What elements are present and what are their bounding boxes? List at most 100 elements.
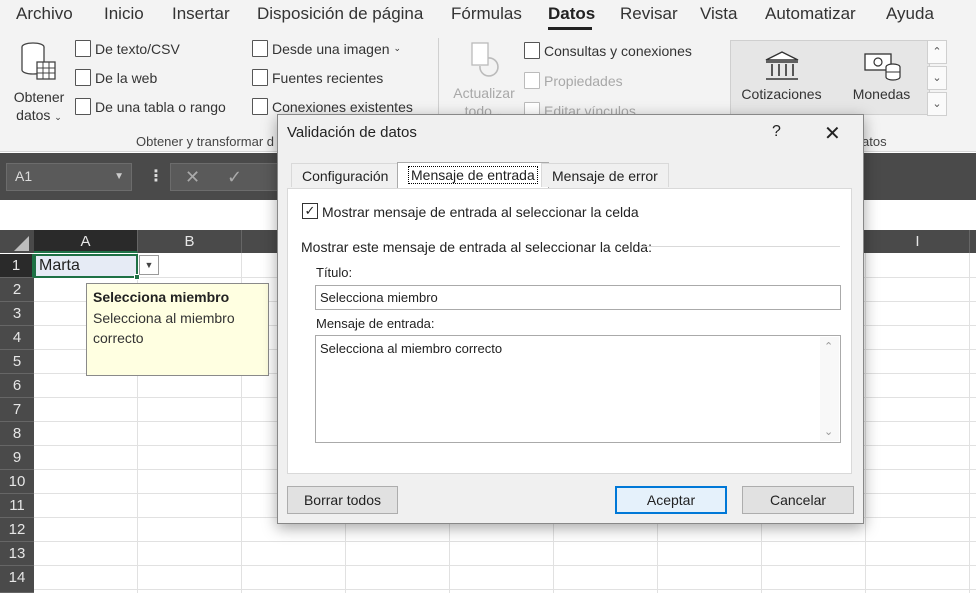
message-scrollbar[interactable]: ⌃ ⌄ — [820, 337, 839, 441]
close-icon: ✕ — [824, 123, 841, 145]
database-icon — [21, 42, 56, 80]
dialog-title: Validación de datos — [287, 124, 417, 141]
title-field-label: Título: — [316, 265, 353, 280]
cancel-entry-icon[interactable]: ✕ — [185, 167, 200, 188]
from-image-button[interactable]: Desde una imagen ⌄ — [252, 40, 401, 57]
tab-datos[interactable]: Datos — [548, 4, 595, 24]
show-input-message-checkbox[interactable]: ✓ — [302, 203, 318, 219]
cell-dropdown-button[interactable]: ▼ — [139, 255, 159, 275]
bank-icon — [765, 51, 798, 80]
column-header-a[interactable]: A — [34, 230, 138, 253]
row-header-14[interactable]: 14 — [0, 566, 34, 593]
row-header-3[interactable]: 3 — [0, 302, 34, 326]
queries-connections-button[interactable]: Consultas y conexiones — [524, 42, 692, 59]
tooltip-body: Selecciona al miembro correcto — [93, 310, 235, 346]
ribbon-tab-bar: Archivo Inicio Insertar Disposición de p… — [0, 0, 976, 30]
cell-a1[interactable]: Marta — [34, 254, 140, 280]
row-header-8[interactable]: 8 — [0, 422, 34, 446]
row-header-13[interactable]: 13 — [0, 542, 34, 566]
group-label-get-transform: Obtener y transformar d — [136, 134, 274, 149]
properties-icon — [524, 72, 540, 89]
column-header-i[interactable]: I — [866, 230, 970, 253]
dropdown-arrow-icon: ▼ — [114, 171, 124, 182]
connections-icon — [252, 98, 268, 115]
row-header-11[interactable]: 11 — [0, 494, 34, 518]
recent-sources-button[interactable]: Fuentes recientes — [252, 69, 383, 86]
row-header-4[interactable]: 4 — [0, 326, 34, 350]
section-divider — [640, 246, 840, 247]
tab-mensaje-entrada[interactable]: Mensaje de entrada — [397, 162, 549, 188]
table-icon — [75, 98, 91, 115]
row-header-5[interactable]: 5 — [0, 350, 34, 374]
help-button[interactable]: ? — [772, 123, 781, 141]
gridline — [969, 253, 970, 593]
tab-formulas[interactable]: Fórmulas — [451, 4, 522, 24]
row-header-10[interactable]: 10 — [0, 470, 34, 494]
scroll-down-icon[interactable]: ⌄ — [824, 425, 833, 438]
gridline — [865, 253, 866, 593]
tab-vista[interactable]: Vista — [700, 4, 738, 24]
data-types-gallery: Cotizaciones Monedas — [730, 40, 930, 115]
gallery-scroll-down[interactable]: ⌄ — [927, 66, 947, 90]
clear-all-button[interactable]: Borrar todos — [287, 486, 398, 514]
existing-connections-button[interactable]: Conexiones existentes — [252, 98, 413, 115]
tab-disposicion[interactable]: Disposición de página — [257, 4, 423, 24]
tab-revisar[interactable]: Revisar — [620, 4, 678, 24]
section-label: Mostrar este mensaje de entrada al selec… — [301, 239, 652, 255]
gridline — [34, 565, 976, 566]
properties-button[interactable]: Propiedades — [524, 72, 623, 89]
currencies-label: Monedas — [852, 86, 911, 102]
tab-configuracion[interactable]: Configuración — [291, 163, 400, 187]
data-validation-dialog: Validación de datos ? ✕ Configuración Me… — [277, 114, 864, 524]
tab-mensaje-error[interactable]: Mensaje de error — [541, 163, 669, 187]
get-data-label-2: datos ⌄ — [16, 107, 62, 123]
tab-archivo[interactable]: Archivo — [16, 4, 73, 24]
title-input[interactable] — [315, 285, 841, 310]
row-header-7[interactable]: 7 — [0, 398, 34, 422]
confirm-entry-icon[interactable]: ✓ — [227, 167, 242, 188]
row-header-1[interactable]: 1 — [0, 254, 34, 278]
tab-ayuda[interactable]: Ayuda — [886, 4, 934, 24]
refresh-icon — [471, 42, 499, 77]
row-header-2[interactable]: 2 — [0, 278, 34, 302]
scroll-up-icon[interactable]: ⌃ — [824, 340, 833, 353]
stocks-label: Cotizaciones — [741, 86, 822, 102]
chevron-down-icon: ⌄ — [54, 112, 62, 122]
refresh-label-1: Actualizar — [453, 85, 515, 101]
show-input-message-label[interactable]: Mostrar mensaje de entrada al selecciona… — [322, 204, 639, 220]
queries-icon — [524, 42, 540, 59]
gallery-more[interactable]: ⌄ — [927, 92, 947, 116]
gallery-scroll-up[interactable]: ⌃ — [927, 40, 947, 64]
get-data-button[interactable]: Obtener datos ⌄ — [8, 40, 70, 126]
message-textarea[interactable]: Selecciona al miembro correcto ⌃ ⌄ — [315, 335, 841, 443]
chevron-down-icon: ⌄ — [393, 43, 402, 53]
tab-automatizar[interactable]: Automatizar — [765, 4, 856, 24]
formula-buttons: ✕ ✓ — [170, 163, 290, 191]
get-data-label-1: Obtener — [13, 89, 65, 105]
row-header-9[interactable]: 9 — [0, 446, 34, 470]
text-file-icon — [75, 40, 91, 57]
column-header-b[interactable]: B — [138, 230, 242, 253]
currency-icon — [863, 53, 901, 81]
currencies-button[interactable]: Monedas — [834, 49, 929, 102]
ok-button[interactable]: Aceptar — [615, 486, 727, 514]
row-header-12[interactable]: 12 — [0, 518, 34, 542]
tooltip-title: Selecciona miembro — [93, 289, 230, 305]
refresh-all-button[interactable]: Actualizar todo ⌄ — [448, 40, 520, 122]
input-message-tooltip: Selecciona miembro Selecciona al miembro… — [86, 283, 269, 376]
row-header-6[interactable]: 6 — [0, 374, 34, 398]
from-web-button[interactable]: De la web — [75, 69, 157, 86]
from-text-csv-button[interactable]: De texto/CSV — [75, 40, 180, 57]
more-options-icon[interactable]: ⋮ — [148, 166, 164, 186]
image-icon — [252, 40, 268, 57]
chevron-down-icon: ⌄ — [932, 72, 942, 84]
from-table-button[interactable]: De una tabla o rango — [75, 98, 226, 115]
tab-insertar[interactable]: Insertar — [172, 4, 230, 24]
name-box[interactable]: A1 ▼ — [6, 163, 132, 191]
stocks-button[interactable]: Cotizaciones — [734, 49, 829, 102]
tab-inicio[interactable]: Inicio — [104, 4, 144, 24]
close-button[interactable]: ✕ — [824, 121, 841, 146]
gridline — [34, 589, 976, 590]
tab-panel: ✓ Mostrar mensaje de entrada al seleccio… — [287, 188, 852, 474]
cancel-button[interactable]: Cancelar — [742, 486, 854, 514]
